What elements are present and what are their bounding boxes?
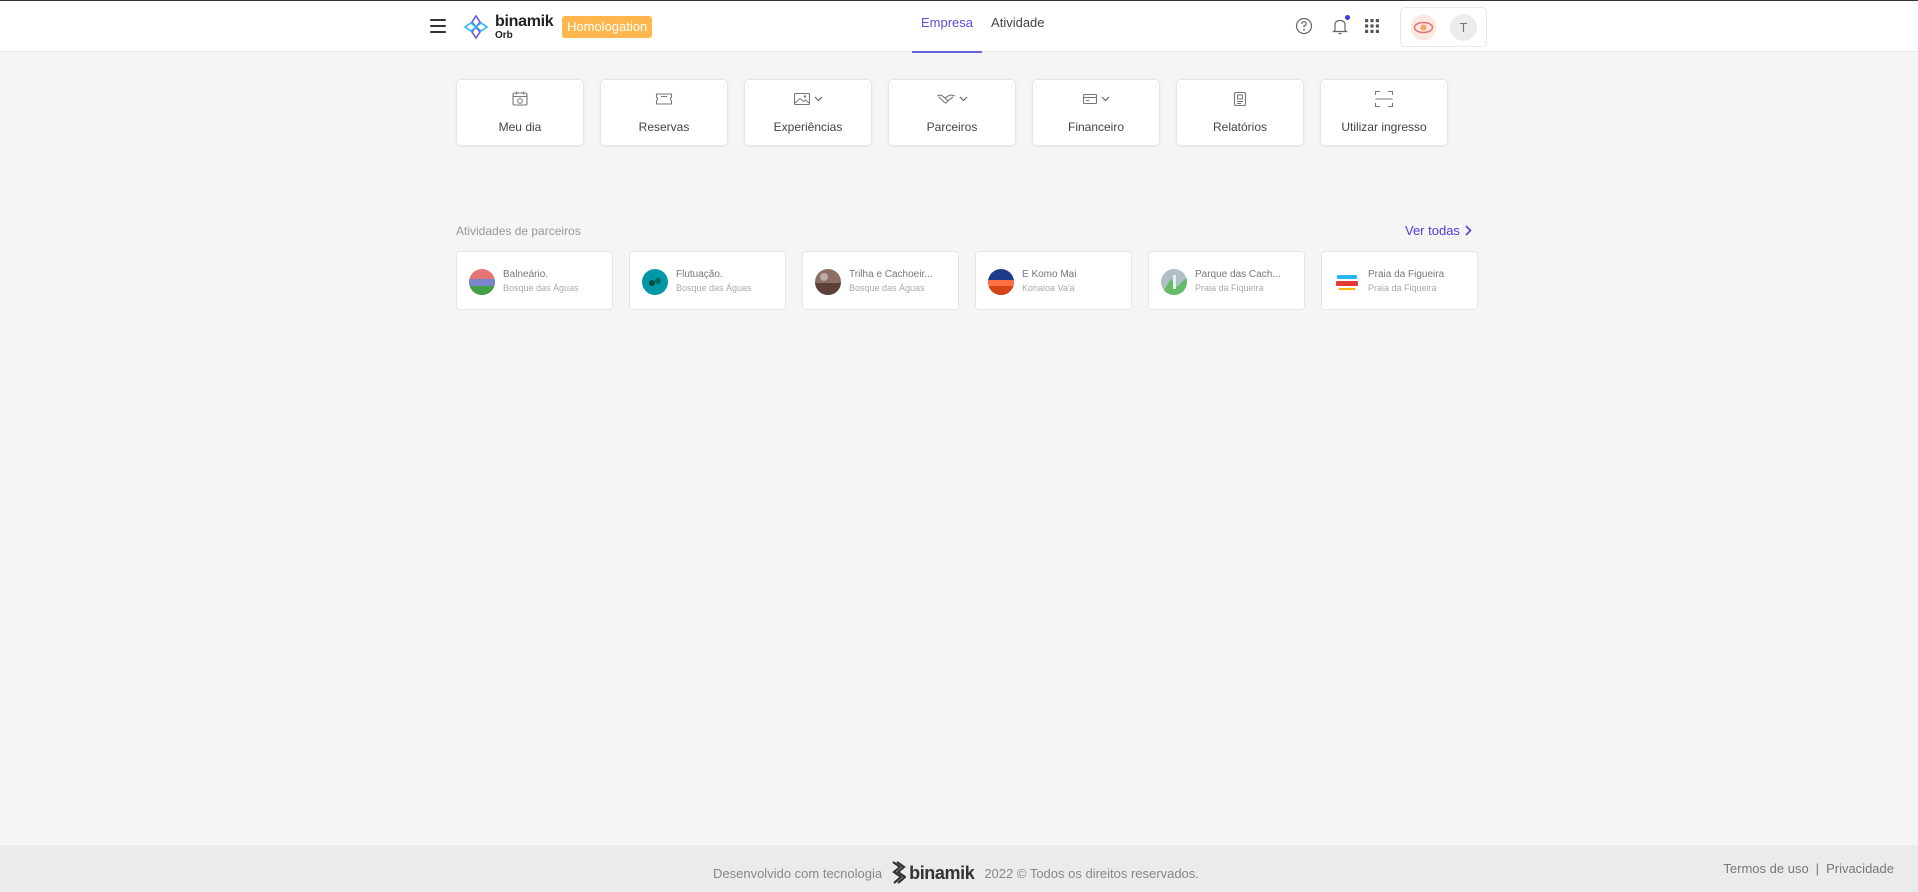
footer-developed-with: Desenvolvido com tecnologia: [713, 865, 883, 881]
footer: Desenvolvido com tecnologia binamik 2022…: [0, 845, 1918, 892]
menu-card-meu-dia[interactable]: Meu dia: [456, 79, 584, 146]
scan-icon: [1374, 90, 1394, 108]
menu-card-parceiros[interactable]: Parceiros: [888, 79, 1016, 146]
partner-activities-title: Atividades de parceiros: [456, 224, 581, 238]
activity-name: Trilha e Cachoeir...: [849, 269, 933, 280]
footer-links: Termos de uso | Privacidade: [1723, 861, 1894, 876]
app-logo[interactable]: binamik Orb: [463, 12, 554, 41]
activity-thumbnail: [469, 269, 495, 295]
partner-activity-card[interactable]: Balneário. Bosque das Águas: [456, 251, 613, 310]
activity-name: Flutuação.: [676, 269, 723, 280]
terms-of-use-link[interactable]: Termos de uso: [1723, 861, 1808, 876]
logo-name: binamik: [495, 12, 554, 30]
help-icon[interactable]: [1294, 16, 1314, 36]
privacy-link[interactable]: Privacidade: [1826, 861, 1894, 876]
footer-copyright: 2022 © Todos os direitos reservados.: [984, 865, 1199, 881]
chevron-down-icon: [1101, 96, 1110, 102]
partner-activity-card[interactable]: Flutuação. Bosque das Águas: [629, 251, 786, 310]
user-avatar: T: [1450, 14, 1477, 41]
activity-name: Praia da Figueira: [1368, 269, 1445, 280]
tab-empresa[interactable]: Empresa: [912, 1, 983, 53]
menu-card-reservas[interactable]: Reservas: [600, 79, 728, 146]
calendar-icon: [512, 91, 528, 106]
tab-atividade[interactable]: Atividade: [982, 1, 1053, 53]
activity-thumbnail: [1334, 269, 1360, 295]
handshake-icon: [936, 94, 956, 104]
top-navbar: binamik Orb Homologation Empresa Ativida…: [0, 0, 1918, 53]
logo-subtitle: Orb: [495, 29, 513, 41]
activity-partner: Bosque das Águas: [676, 283, 752, 293]
chevron-down-icon: [959, 96, 968, 102]
activity-thumbnail: [815, 269, 841, 295]
menu-card-financeiro[interactable]: Financeiro: [1032, 79, 1160, 146]
user-menu[interactable]: T: [1400, 7, 1487, 47]
quick-menu: Meu dia Reservas Experiências Parceiros …: [456, 79, 1448, 146]
activity-thumbnail: [988, 269, 1014, 295]
binamik-logo-icon: [892, 861, 907, 884]
notifications-bell-icon[interactable]: [1330, 15, 1350, 36]
see-all-link[interactable]: Ver todas: [1405, 223, 1472, 238]
menu-card-utilizar-ingresso[interactable]: Utilizar ingresso: [1320, 79, 1448, 146]
partner-activity-card[interactable]: Trilha e Cachoeir... Bosque das Águas: [802, 251, 959, 310]
activity-name: E Komo Mai: [1022, 269, 1077, 280]
chevron-right-icon: [1465, 225, 1472, 236]
see-all-label: Ver todas: [1405, 223, 1460, 238]
menu-card-experiencias[interactable]: Experiências: [744, 79, 872, 146]
menu-card-label: Financeiro: [1067, 120, 1125, 134]
footer-credits: Desenvolvido com tecnologia binamik 2022…: [713, 860, 1199, 886]
activity-name: Parque das Cach...: [1195, 269, 1281, 280]
report-icon: [1233, 91, 1247, 107]
image-icon: [793, 92, 811, 106]
activity-thumbnail: [1161, 269, 1187, 295]
wallet-icon: [1082, 93, 1098, 105]
menu-card-label: Experiências: [773, 120, 843, 134]
footer-logo-text: binamik: [909, 862, 975, 883]
activity-name: Balneário.: [503, 269, 549, 280]
activity-thumbnail: [642, 269, 668, 295]
environment-badge: Homologation: [562, 16, 653, 38]
activity-partner: Praia da Fiqueira: [1368, 283, 1437, 293]
notification-dot: [1345, 15, 1350, 20]
partner-activity-card[interactable]: E Komo Mai Konaloa Va'a: [975, 251, 1132, 310]
company-avatar: [1410, 14, 1437, 41]
binamik-logo-icon: [463, 14, 489, 40]
menu-card-label: Utilizar ingresso: [1341, 120, 1427, 134]
activity-partner: Konaloa Va'a: [1022, 283, 1075, 293]
activity-partner: Praia da Fiqueira: [1195, 283, 1264, 293]
footer-logo: binamik: [890, 860, 975, 886]
menu-card-label: Meu dia: [498, 120, 542, 134]
activity-partner: Bosque das Águas: [849, 283, 925, 293]
footer-separator: |: [1815, 861, 1820, 876]
menu-card-label: Parceiros: [926, 120, 978, 134]
ticket-icon: [655, 93, 673, 105]
chevron-down-icon: [814, 96, 823, 102]
partner-activity-card[interactable]: Parque das Cach... Praia da Fiqueira: [1148, 251, 1305, 310]
activity-partner: Bosque das Águas: [503, 283, 579, 293]
main-tabs: Empresa Atividade: [912, 1, 1054, 53]
menu-card-label: Reservas: [638, 120, 690, 134]
menu-card-relatorios[interactable]: Relatórios: [1176, 79, 1304, 146]
apps-grid-icon[interactable]: [1362, 16, 1382, 36]
menu-card-label: Relatórios: [1212, 120, 1268, 134]
hamburger-menu-icon[interactable]: [430, 19, 446, 33]
partner-activities-list: Balneário. Bosque das Águas Flutuação. B…: [456, 251, 1478, 310]
partner-activity-card[interactable]: Praia da Figueira Praia da Fiqueira: [1321, 251, 1478, 310]
